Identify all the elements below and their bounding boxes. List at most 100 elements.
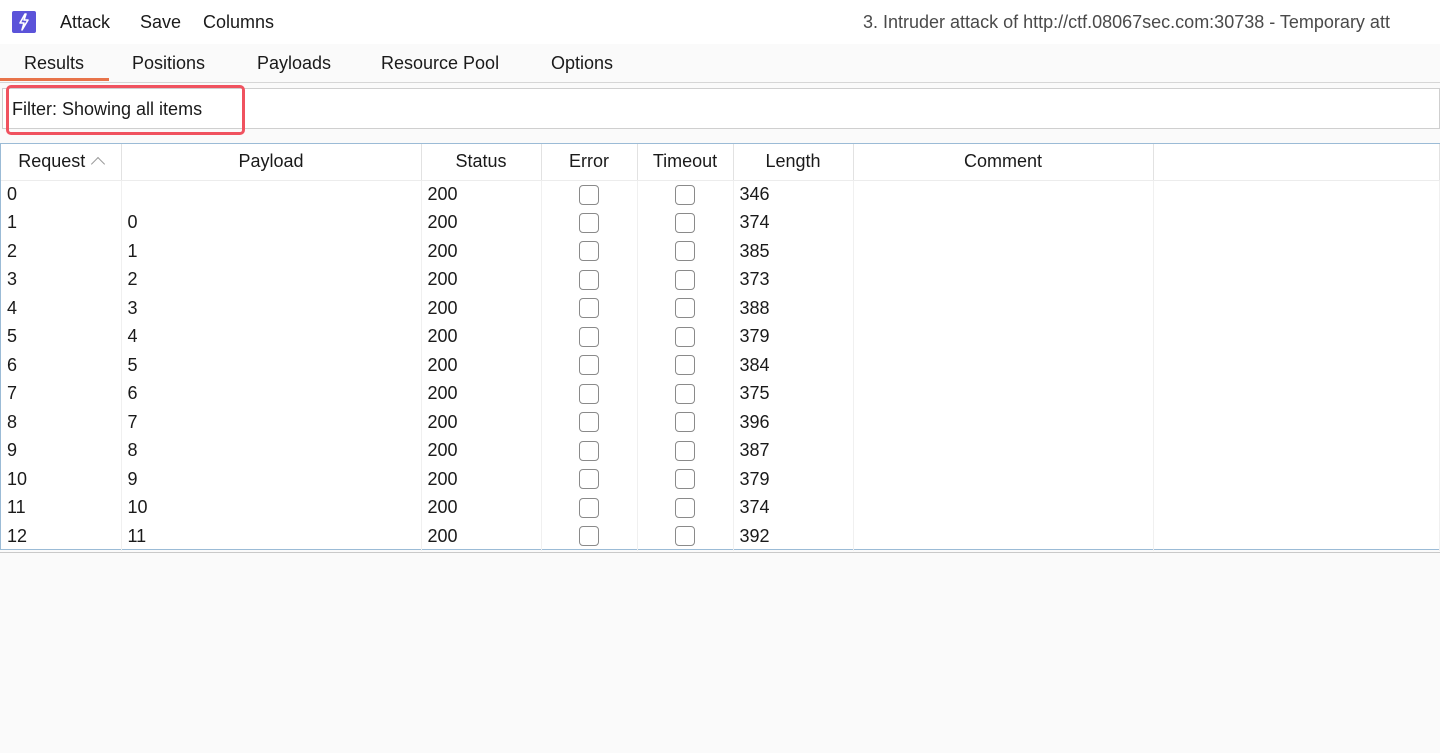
cell-status: 200 [421,237,542,266]
timeout-checkbox[interactable] [675,469,695,490]
error-checkbox[interactable] [579,440,599,461]
menu-columns[interactable]: Columns [203,11,274,33]
error-checkbox[interactable] [579,383,599,404]
timeout-checkbox[interactable] [675,241,695,262]
error-checkbox[interactable] [579,412,599,433]
cell-request: 9 [1,436,122,465]
cell-filler [1153,294,1440,323]
cell-filler [1153,465,1440,494]
filter-bar[interactable] [2,88,1440,129]
timeout-checkbox[interactable] [675,298,695,319]
cell-filler [1153,351,1440,380]
cell-request: 4 [1,294,122,323]
column-header-timeout[interactable]: Timeout [637,144,734,181]
table-row[interactable]: 2 1 200 385 [1,237,1440,266]
table-row[interactable]: 9 8 200 387 [1,436,1440,465]
cell-timeout [637,322,734,351]
timeout-checkbox[interactable] [675,355,695,376]
column-header-status[interactable]: Status [421,144,542,181]
cell-timeout [637,208,734,237]
table-row[interactable]: 6 5 200 384 [1,351,1440,380]
table-row[interactable]: 4 3 200 388 [1,294,1440,323]
cell-filler [1153,322,1440,351]
error-checkbox[interactable] [579,212,599,233]
column-header-length[interactable]: Length [733,144,854,181]
cell-error [541,379,638,408]
menu-save[interactable]: Save [140,11,181,33]
cell-payload: 9 [121,465,422,494]
error-checkbox[interactable] [579,326,599,347]
table-row[interactable]: 8 7 200 396 [1,408,1440,437]
cell-comment [853,322,1154,351]
timeout-checkbox[interactable] [675,497,695,518]
cell-request: 5 [1,322,122,351]
error-checkbox[interactable] [579,497,599,518]
timeout-checkbox[interactable] [675,412,695,433]
error-checkbox[interactable] [579,184,599,205]
column-header-request[interactable]: Request [1,144,122,181]
timeout-checkbox[interactable] [675,212,695,233]
cell-filler [1153,379,1440,408]
tab-payloads[interactable]: Payloads [257,52,331,74]
cell-length: 385 [733,237,854,266]
timeout-checkbox[interactable] [675,184,695,205]
timeout-checkbox[interactable] [675,269,695,290]
cell-error [541,294,638,323]
table-row[interactable]: 7 6 200 375 [1,379,1440,408]
error-checkbox[interactable] [579,469,599,490]
table-row[interactable]: 11 10 200 374 [1,493,1440,522]
menu-attack[interactable]: Attack [60,11,110,33]
table-row[interactable]: 5 4 200 379 [1,322,1440,351]
table-row[interactable]: 1 0 200 374 [1,208,1440,237]
tab-options[interactable]: Options [551,52,613,74]
tab-positions[interactable]: Positions [132,52,205,74]
cell-timeout [637,351,734,380]
error-checkbox[interactable] [579,241,599,262]
table-row[interactable]: 0 200 346 [1,180,1440,209]
timeout-checkbox[interactable] [675,440,695,461]
cell-filler [1153,265,1440,294]
cell-filler [1153,493,1440,522]
column-header-error[interactable]: Error [541,144,638,181]
error-checkbox[interactable] [579,355,599,376]
cell-payload: 2 [121,265,422,294]
cell-request: 11 [1,493,122,522]
cell-timeout [637,465,734,494]
cell-error [541,322,638,351]
timeout-checkbox[interactable] [675,526,695,547]
window-title: 3. Intruder attack of http://ctf.08067se… [863,12,1390,32]
cell-comment [853,208,1154,237]
cell-payload: 10 [121,493,422,522]
table-row[interactable]: 12 11 200 392 [1,522,1440,551]
cell-comment [853,351,1154,380]
column-header-payload[interactable]: Payload [121,144,422,181]
column-header-comment[interactable]: Comment [853,144,1154,181]
table-row[interactable]: 3 2 200 373 [1,265,1440,294]
tab-resource-pool[interactable]: Resource Pool [381,52,499,74]
timeout-checkbox[interactable] [675,326,695,347]
cell-status: 200 [421,351,542,380]
error-checkbox[interactable] [579,526,599,547]
tab-results[interactable]: Results [24,52,84,74]
filter-label[interactable]: Filter: Showing all items [12,98,202,120]
cell-status: 200 [421,265,542,294]
cell-length: 379 [733,465,854,494]
cell-request: 12 [1,522,122,551]
cell-length: 388 [733,294,854,323]
cell-status: 200 [421,294,542,323]
cell-status: 200 [421,180,542,209]
cell-comment [853,522,1154,551]
error-checkbox[interactable] [579,269,599,290]
cell-timeout [637,294,734,323]
cell-comment [853,180,1154,209]
cell-length: 396 [733,408,854,437]
table-row[interactable]: 10 9 200 379 [1,465,1440,494]
column-header-filler [1153,144,1440,181]
cell-error [541,180,638,209]
cell-status: 200 [421,322,542,351]
cell-payload: 5 [121,351,422,380]
timeout-checkbox[interactable] [675,383,695,404]
error-checkbox[interactable] [579,298,599,319]
cell-filler [1153,237,1440,266]
cell-payload [121,180,422,209]
